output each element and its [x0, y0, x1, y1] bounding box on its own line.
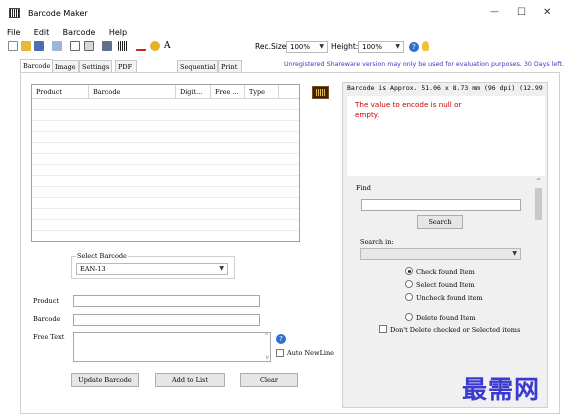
chevron-down-icon: ▼	[512, 250, 517, 257]
window-title: Barcode Maker	[28, 9, 88, 18]
copy-icon[interactable]	[52, 41, 62, 51]
table-row	[32, 154, 299, 165]
tab-label: Image	[55, 63, 76, 71]
scroll-up-icon[interactable]: ^	[536, 178, 541, 185]
tab-label: Barcode	[23, 62, 51, 70]
search-button[interactable]: Search	[417, 215, 463, 229]
barcode-type-value: EAN-13	[80, 265, 106, 273]
minimize-button[interactable]: —	[490, 7, 499, 17]
vertical-scrollbar[interactable]: ^	[533, 178, 544, 338]
table-row	[32, 209, 299, 220]
uncheck-found-item-label: Uncheck found item	[416, 294, 483, 302]
delete-found-item-radio[interactable]	[405, 313, 413, 321]
shareware-notice: Unregistered Shareware version may only …	[284, 61, 564, 68]
open-folder-icon[interactable]	[21, 41, 31, 51]
table-row	[32, 176, 299, 187]
find-icon[interactable]	[102, 41, 112, 51]
table-row	[32, 198, 299, 209]
find-label: Find	[356, 184, 371, 192]
close-button[interactable]: ✕	[543, 7, 551, 18]
height-select[interactable]: 100% ▼	[358, 41, 404, 53]
table-row	[32, 132, 299, 143]
color-icon[interactable]	[150, 41, 160, 51]
product-input[interactable]	[73, 295, 260, 307]
tab-label: Sequential	[180, 63, 216, 71]
column-header-digit[interactable]: Digit...	[176, 85, 211, 99]
table-row	[32, 121, 299, 132]
barcode-icon[interactable]	[118, 41, 128, 51]
check-found-item-label: Check found Item	[416, 268, 475, 276]
menu-file[interactable]: File	[7, 28, 20, 37]
barcode-label: Barcode	[33, 315, 61, 323]
column-header-product[interactable]: Product	[32, 85, 89, 99]
column-header-type[interactable]: Type	[245, 85, 279, 99]
chevron-down-icon: ▼	[219, 265, 224, 272]
barcode-list-grid[interactable]: Product Barcode Digit... Free ... Type	[31, 84, 300, 242]
chevron-down-icon: ▼	[319, 43, 324, 50]
table-row	[32, 143, 299, 154]
tab-label: Settings	[82, 63, 110, 71]
check-found-item-radio[interactable]	[405, 267, 413, 275]
help-icon[interactable]: ?	[409, 42, 419, 52]
table-row	[32, 99, 299, 110]
column-header-barcode[interactable]: Barcode	[89, 85, 176, 99]
dont-delete-label: Don't Delete checked or Selected items	[390, 326, 521, 334]
barcode-preview-icon[interactable]	[312, 86, 329, 99]
search-in-label: Search in:	[360, 238, 394, 246]
rec-size-label: Rec.Size	[255, 42, 287, 51]
watermark-logo: 最需网	[462, 375, 541, 404]
product-label: Product	[33, 297, 59, 305]
scrollbar-thumb[interactable]	[535, 188, 542, 220]
rec-size-select[interactable]: 100% ▼	[286, 41, 328, 53]
table-row	[32, 165, 299, 176]
height-label: Height:	[331, 42, 359, 51]
delete-found-item-label: Delete found Item	[416, 314, 476, 322]
bulb-icon[interactable]	[422, 41, 429, 51]
info-icon[interactable]: ?	[276, 334, 286, 344]
select-found-item-label: Select found Item	[416, 281, 475, 289]
scroll-down-icon[interactable]: v	[265, 354, 269, 361]
uncheck-found-item-radio[interactable]	[405, 293, 413, 301]
dont-delete-checkbox[interactable]	[379, 325, 387, 333]
find-input[interactable]	[361, 199, 521, 211]
menu-barcode[interactable]: Barcode	[63, 28, 96, 37]
add-to-list-button[interactable]: Add to List	[155, 373, 225, 387]
menu-bar: File Edit Barcode Help	[0, 26, 575, 39]
table-row	[32, 187, 299, 198]
barcode-type-select[interactable]: EAN-13 ▼	[76, 263, 228, 275]
font-color-icon[interactable]	[136, 41, 146, 51]
new-file-icon[interactable]	[8, 41, 18, 51]
column-header-free[interactable]: Free ...	[211, 85, 245, 99]
rec-size-value: 100%	[290, 43, 311, 51]
app-icon	[9, 8, 20, 18]
save-icon[interactable]	[34, 41, 44, 51]
column-header-empty	[279, 85, 299, 99]
chevron-down-icon: ▼	[395, 43, 400, 50]
table-row	[32, 110, 299, 121]
tab-barcode[interactable]: Barcode	[20, 59, 54, 73]
search-in-select[interactable]: ▼	[360, 248, 521, 260]
print-icon[interactable]	[84, 41, 94, 51]
title-bar: Barcode Maker — ☐ ✕	[0, 0, 575, 26]
update-barcode-button[interactable]: Update Barcode	[71, 373, 139, 387]
free-text-input[interactable]: ^ v	[73, 332, 271, 362]
auto-newline-label: Auto NewLine	[287, 349, 334, 357]
table-row	[32, 220, 299, 231]
error-message: The value to encode is null or empty.	[355, 100, 462, 119]
font-icon[interactable]: A	[164, 41, 171, 51]
height-value: 100%	[362, 43, 383, 51]
menu-edit[interactable]: Edit	[34, 28, 50, 37]
barcode-input[interactable]	[73, 314, 260, 326]
select-found-item-radio[interactable]	[405, 280, 413, 288]
auto-newline-checkbox[interactable]	[276, 349, 284, 357]
barcode-size-text: Barcode is Approx. 51.06 x 8.73 mm (96 d…	[347, 84, 543, 92]
print-preview-icon[interactable]	[70, 41, 80, 51]
select-barcode-legend: Select Barcode	[76, 252, 128, 260]
maximize-button[interactable]: ☐	[517, 7, 526, 18]
free-text-label: Free Text	[33, 333, 65, 341]
scroll-up-icon[interactable]: ^	[264, 333, 269, 340]
menu-help[interactable]: Help	[109, 28, 127, 37]
clear-button[interactable]: Clear	[240, 373, 298, 387]
